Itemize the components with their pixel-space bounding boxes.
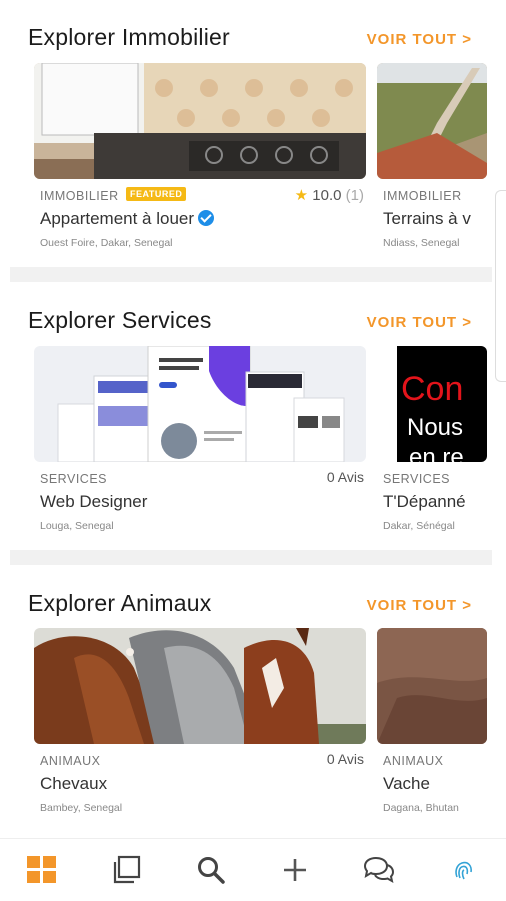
bottom-nav bbox=[0, 838, 506, 901]
see-all-link[interactable]: VOIR TOUT > bbox=[367, 31, 472, 48]
section-services: Explorer Services VOIR TOUT > SERVICES 0… bbox=[10, 282, 492, 550]
listing-location: Ndiass, Senegal bbox=[383, 237, 460, 249]
listing-image bbox=[34, 63, 366, 179]
listing-card[interactable]: IMMOBILIER Terrains à v Ndiass, Senegal bbox=[377, 63, 487, 253]
listing-category: SERVICES bbox=[383, 472, 450, 486]
rating-value: 10.0 bbox=[312, 187, 342, 204]
verified-icon bbox=[198, 210, 215, 226]
section-animaux: Explorer Animaux VOIR TOUT > ANIMAUX 0 A… bbox=[10, 565, 492, 833]
listing-category: ANIMAUX bbox=[40, 754, 101, 768]
listing-category: SERVICES bbox=[40, 472, 107, 486]
see-all-link[interactable]: VOIR TOUT > bbox=[367, 314, 472, 331]
see-all-link[interactable]: VOIR TOUT > bbox=[367, 597, 472, 614]
section-immobilier: Explorer Immobilier VOIR TOUT > IMMOBILI… bbox=[10, 0, 492, 267]
listing-title: Terrains à v bbox=[383, 209, 471, 228]
side-scroll-handle[interactable] bbox=[495, 190, 506, 382]
listing-category: IMMOBILIER bbox=[40, 189, 119, 203]
chat-icon[interactable] bbox=[355, 846, 403, 894]
promo-text: Nous bbox=[407, 414, 464, 441]
section-title: Explorer Animaux bbox=[28, 590, 212, 616]
listing-card[interactable]: SERVICES 0 Avis Web Designer Louga, Sene… bbox=[34, 346, 366, 536]
listing-title-text: Appartement à louer bbox=[40, 209, 195, 228]
listing-reviews: 0 Avis bbox=[326, 469, 364, 485]
featured-badge: FEATURED bbox=[126, 187, 187, 201]
promo-graphic: Con Nous en re bbox=[397, 346, 487, 462]
listing-image bbox=[377, 63, 487, 179]
listing-title: Chevaux bbox=[40, 774, 108, 793]
listing-image bbox=[377, 628, 487, 744]
section-title: Explorer Immobilier bbox=[28, 24, 230, 50]
rating-count: (1) bbox=[345, 187, 364, 204]
listing-image bbox=[34, 346, 366, 462]
listing-location: Ouest Foire, Dakar, Senegal bbox=[40, 237, 173, 249]
listing-card[interactable]: IMMOBILIER FEATURED ★ 10.0 (1) Apparteme… bbox=[34, 63, 366, 253]
grid-icon[interactable] bbox=[18, 846, 66, 894]
listing-image bbox=[34, 628, 366, 744]
listing-card[interactable]: Con Nous en re SERVICES T'Dépanné Dakar,… bbox=[377, 346, 487, 536]
listing-card[interactable]: ANIMAUX Vache Dagana, Bhutan bbox=[377, 628, 487, 818]
copy-icon[interactable] bbox=[102, 846, 150, 894]
plus-icon[interactable] bbox=[271, 846, 319, 894]
listing-title: Appartement à louer bbox=[40, 209, 215, 229]
search-icon[interactable] bbox=[187, 846, 235, 894]
listing-title: T'Dépanné bbox=[383, 492, 466, 511]
star-icon: ★ bbox=[294, 187, 309, 204]
promo-text: Con bbox=[401, 370, 464, 408]
section-divider bbox=[10, 550, 492, 565]
listing-title: Vache bbox=[383, 774, 430, 793]
section-title: Explorer Services bbox=[28, 307, 212, 333]
listing-card[interactable]: ANIMAUX 0 Avis Chevaux Bambey, Senegal bbox=[34, 628, 366, 818]
listing-location: Dakar, Sénégal bbox=[383, 520, 455, 532]
listing-location: Bambey, Senegal bbox=[40, 802, 123, 814]
section-divider bbox=[10, 267, 492, 282]
listing-category: ANIMAUX bbox=[383, 754, 444, 768]
listing-location: Louga, Senegal bbox=[40, 520, 114, 532]
listing-location: Dagana, Bhutan bbox=[383, 802, 459, 814]
listing-title: Web Designer bbox=[40, 492, 148, 511]
page: Explorer Immobilier VOIR TOUT > IMMOBILI… bbox=[10, 0, 492, 838]
listing-reviews: 0 Avis bbox=[326, 751, 364, 767]
fingerprint-icon[interactable] bbox=[440, 846, 488, 894]
promo-text: en re bbox=[409, 444, 464, 462]
listing-category: IMMOBILIER bbox=[383, 189, 462, 203]
listing-image: Con Nous en re bbox=[377, 346, 487, 462]
listing-rating: ★ 10.0 (1) bbox=[295, 186, 364, 204]
